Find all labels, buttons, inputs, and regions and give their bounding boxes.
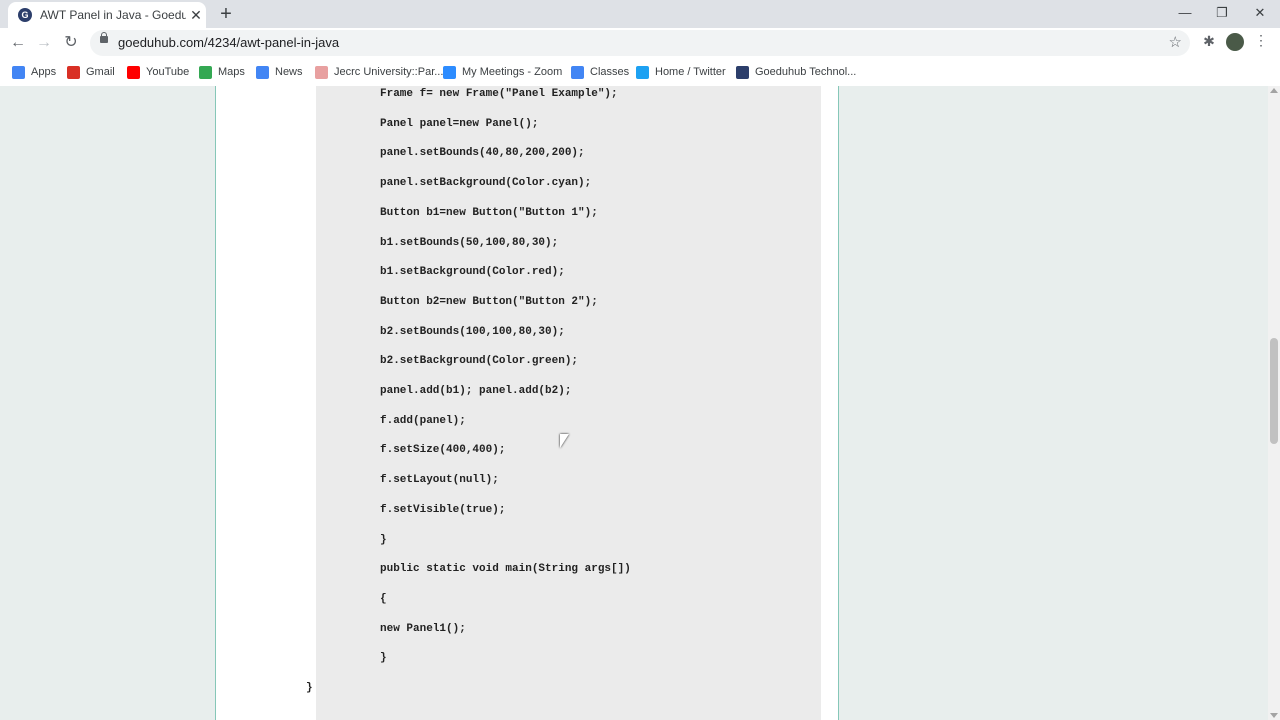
code-line: Panel panel=new Panel(); <box>380 117 539 130</box>
apps-grid-icon <box>12 65 25 79</box>
code-block: Frame f= new Frame("Panel Example"); Pane… <box>306 86 821 720</box>
reload-button[interactable]: ↻ <box>61 33 81 53</box>
bookmark-label: Classes <box>590 66 630 78</box>
bookmark-goeduhub-technol[interactable]: Goeduhub Technol... <box>736 63 856 81</box>
news-icon <box>256 65 269 79</box>
scroll-down-icon[interactable] <box>1270 713 1278 718</box>
scroll-up-icon[interactable] <box>1270 88 1278 93</box>
tab-title: AWT Panel in Java - Goeduhub Te <box>40 8 186 22</box>
bookmark-label: YouTube <box>146 66 190 78</box>
code-line: f.setVisible(true); <box>380 503 506 516</box>
bookmark-maps[interactable]: Maps <box>199 63 245 81</box>
browser-toolbar: ← → ↻ goeduhub.com/4234/awt-panel-in-jav… <box>0 28 1280 58</box>
lock-icon[interactable] <box>100 32 108 43</box>
bookmark-label: News <box>275 66 303 78</box>
bookmarks-bar: Apps Gmail YouTube Maps News Jecrc University… <box>0 58 1280 87</box>
new-tab-button[interactable]: + <box>216 4 236 24</box>
bookmark-label: Maps <box>218 66 245 78</box>
forward-button[interactable]: → <box>34 33 54 53</box>
code-line: public static void main(String args[]) <box>380 563 631 576</box>
code-line: Frame f= new Frame("Panel Example"); <box>380 88 618 100</box>
goeduhub-favicon-icon: G <box>18 8 32 22</box>
code-line: f.setLayout(null); <box>380 474 499 487</box>
bookmark-label: Apps <box>31 66 57 78</box>
code-line: } <box>306 682 313 694</box>
bookmark-apps[interactable]: Apps <box>12 63 56 81</box>
bookmark-my-meetings-zoom[interactable]: My Meetings - Zoom <box>443 63 562 81</box>
scrollbar-thumb[interactable] <box>1270 338 1278 444</box>
code-line: Button b2=new Button("Button 2"); <box>380 295 598 308</box>
code-line: { <box>380 592 387 605</box>
bookmark-label: Goeduhub Technol... <box>755 66 857 78</box>
code-line: b2.setBackground(Color.green); <box>380 355 579 368</box>
jecrc-icon <box>315 65 328 79</box>
bookmark-gmail[interactable]: Gmail <box>67 63 115 81</box>
code-line: panel.setBounds(40,80,200,200); <box>380 147 585 160</box>
code-line: b1.setBounds(50,100,80,30); <box>380 236 559 249</box>
url-text[interactable]: goeduhub.com/4234/awt-panel-in-java <box>118 35 339 50</box>
extensions-icon[interactable]: ✱ <box>1200 33 1218 50</box>
code-line: b2.setBounds(100,100,80,30); <box>380 325 565 338</box>
bookmark-youtube[interactable]: YouTube <box>127 63 189 81</box>
code-line: } <box>380 533 387 546</box>
code-line: f.add(panel); <box>380 414 466 427</box>
mouse-cursor-icon <box>560 434 569 448</box>
code-line: b1.setBackground(Color.red); <box>380 266 565 279</box>
code-line: f.setSize(400,400); <box>380 444 506 457</box>
tab-close-icon[interactable]: ✕ <box>188 7 204 24</box>
code-line: panel.setBackground(Color.cyan); <box>380 177 592 190</box>
browser-menu-icon[interactable]: ⋮ <box>1254 32 1268 49</box>
zoom-icon <box>443 65 456 79</box>
twitter-icon <box>636 65 649 79</box>
bookmark-news[interactable]: News <box>256 63 303 81</box>
tab-strip: G AWT Panel in Java - Goeduhub Te ✕ + — … <box>0 0 1280 28</box>
bookmark-home-twitter[interactable]: Home / Twitter <box>636 63 726 81</box>
article-content: Frame f= new Frame("Panel Example"); Pane… <box>215 86 839 720</box>
minimize-button[interactable]: — <box>1166 2 1204 24</box>
restore-button[interactable]: ❐ <box>1203 2 1241 24</box>
code-line: panel.add(b1); panel.add(b2); <box>380 385 572 397</box>
vertical-scrollbar[interactable] <box>1268 86 1280 720</box>
code-line: } <box>380 652 387 665</box>
youtube-icon <box>127 65 140 79</box>
bookmark-classes[interactable]: Classes <box>571 63 629 81</box>
page-viewport: Frame f= new Frame("Panel Example"); Pane… <box>0 86 1268 720</box>
bookmark-label: My Meetings - Zoom <box>462 66 563 78</box>
google-icon <box>571 65 584 79</box>
window-close-button[interactable]: ✕ <box>1241 2 1279 24</box>
bookmark-star-icon[interactable]: ☆ <box>1169 33 1182 51</box>
bookmark-label: Gmail <box>86 66 115 78</box>
profile-avatar[interactable] <box>1226 33 1244 51</box>
gmail-icon <box>67 65 80 79</box>
goeduhub-icon <box>736 65 749 79</box>
address-bar[interactable]: goeduhub.com/4234/awt-panel-in-java ☆ <box>90 30 1190 56</box>
browser-tab[interactable]: G AWT Panel in Java - Goeduhub Te ✕ <box>8 2 206 28</box>
bookmark-label: Home / Twitter <box>655 66 726 78</box>
bookmark-label: Jecrc University::Par... <box>334 66 444 78</box>
back-button[interactable]: ← <box>8 33 28 53</box>
code-line: new Panel1(); <box>380 622 466 635</box>
maps-pin-icon <box>199 65 212 79</box>
code-line: Button b1=new Button("Button 1"); <box>380 206 598 219</box>
bookmark-jecrc-university-par[interactable]: Jecrc University::Par... <box>315 63 443 81</box>
